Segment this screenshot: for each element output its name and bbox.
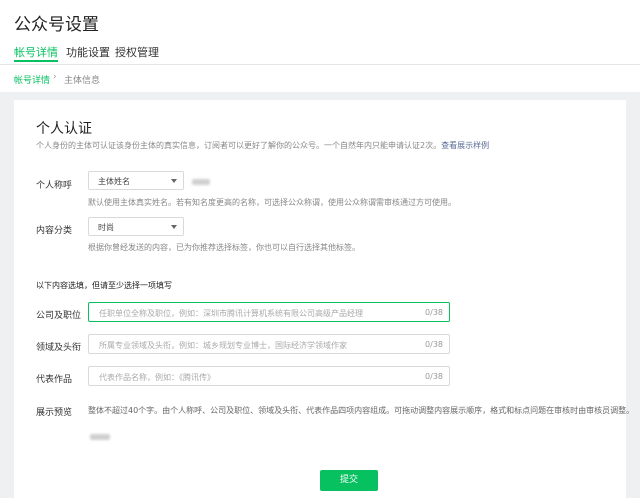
nickname-hint: 默认使用主体真实姓名。若有知名度更高的名称，可选择公众称谓，使用公众称谓需审核通…	[88, 198, 456, 207]
main-card: 个人认证 个人身份的主体可认证该身份主体的真实信息，订阅者可以更好了解你的公众号…	[14, 100, 634, 498]
preview-label: 展示预览	[36, 408, 73, 418]
company-label: 公司及职位	[36, 311, 82, 321]
breadcrumb: 帐号详情 › 主体信息	[0, 65, 640, 92]
works-label: 代表作品	[36, 375, 73, 385]
company-placeholder: 任职单位全称及职位，例如：深圳市腾讯计算机系统有限公司高级产品经理	[99, 309, 363, 318]
category-hint: 根据你曾经发送的内容，已为你推荐选择标签，你也可以自行选择其他标签。	[88, 243, 360, 252]
category-select[interactable]: 时尚	[88, 217, 184, 236]
nickname-label: 个人称呼	[36, 181, 73, 191]
header: 公众号设置 帐号详情 功能设置 授权管理	[0, 0, 640, 64]
tab-label: 帐号详情	[14, 46, 58, 59]
preview-description: 整体不超过40个字。由个人称呼、公司及职位、领域及头衔、代表作品四项内容组成。可…	[88, 406, 635, 415]
domain-label: 领域及头衔	[36, 343, 82, 353]
nickname-select[interactable]: 主体姓名	[88, 171, 184, 190]
domain-char-count: 0/38	[425, 340, 443, 349]
breadcrumb-current: 主体信息	[64, 76, 101, 86]
category-select-value: 时尚	[98, 223, 114, 232]
tab-active-indicator	[14, 60, 58, 62]
breadcrumb-link-account-details[interactable]: 帐号详情	[14, 73, 50, 86]
caret-down-icon	[171, 225, 177, 229]
submit-button[interactable]: 提交	[320, 470, 378, 491]
works-placeholder: 代表作品名称，例如：《腾讯传》	[99, 373, 215, 382]
company-char-count: 0/38	[425, 308, 443, 317]
tab-account-details[interactable]: 帐号详情	[14, 44, 58, 62]
works-char-count: 0/38	[425, 372, 443, 381]
blurred-name	[192, 179, 210, 185]
domain-placeholder: 所属专业领域及头衔，例如：城乡规划专业博士，国际经济学领域作家	[99, 341, 347, 350]
page-title: 公众号设置	[14, 15, 99, 35]
domain-title-input[interactable]: 所属专业领域及头衔，例如：城乡规划专业博士，国际经济学领域作家 0/38	[88, 334, 450, 354]
company-position-input[interactable]: 任职单位全称及职位，例如：深圳市腾讯计算机系统有限公司高级产品经理 0/38	[88, 302, 450, 322]
section-description: 个人身份的主体可认证该身份主体的真实信息，订阅者可以更好了解你的公众号。一个自然…	[36, 140, 489, 151]
nickname-select-value: 主体姓名	[98, 177, 130, 186]
category-label: 内容分类	[36, 226, 73, 236]
section-title: 个人认证	[36, 121, 92, 137]
caret-down-icon	[171, 179, 177, 183]
optional-section-title: 以下内容选填，但请至少选择一项填写	[36, 281, 172, 290]
works-input[interactable]: 代表作品名称，例如：《腾讯传》 0/38	[88, 366, 450, 386]
tab-feature-settings[interactable]: 功能设置	[66, 44, 110, 60]
tab-authorization-management[interactable]: 授权管理	[115, 44, 159, 60]
view-example-link[interactable]: 查看展示样例	[441, 141, 489, 150]
chevron-right-icon: ›	[53, 72, 57, 82]
blurred-preview	[90, 434, 110, 440]
section-description-text: 个人身份的主体可认证该身份主体的真实信息，订阅者可以更好了解你的公众号。一个自然…	[36, 141, 442, 150]
